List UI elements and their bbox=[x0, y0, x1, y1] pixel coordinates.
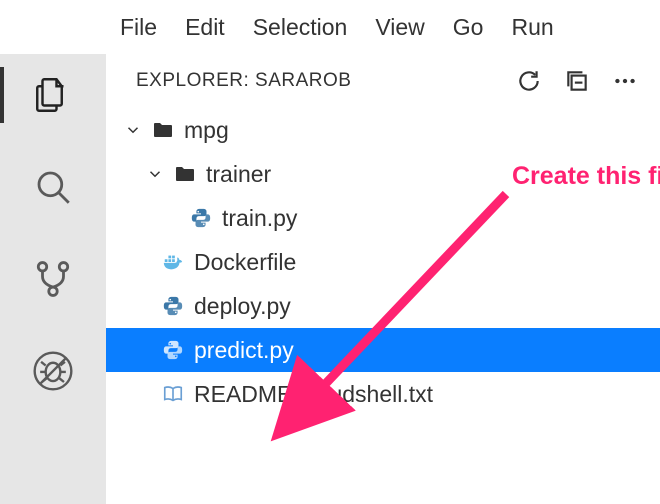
tree-file-predict-py[interactable]: predict.py bbox=[106, 328, 660, 372]
menu-selection[interactable]: Selection bbox=[253, 14, 348, 41]
folder-icon bbox=[172, 161, 198, 187]
python-icon bbox=[160, 293, 186, 319]
menubar: File Edit Selection View Go Run bbox=[0, 0, 660, 54]
tree-file-deploy-py[interactable]: deploy.py bbox=[106, 284, 660, 328]
tree-label: predict.py bbox=[194, 337, 294, 364]
explorer-workspace-name: SARAROB bbox=[255, 70, 351, 91]
branch-icon bbox=[32, 258, 74, 300]
python-icon bbox=[188, 205, 214, 231]
explorer-header: EXPLORER: SARAROB bbox=[106, 54, 660, 108]
tree-label: trainer bbox=[206, 161, 271, 188]
chevron-down-icon bbox=[146, 165, 164, 183]
tree-folder-trainer[interactable]: trainer bbox=[106, 152, 660, 196]
chevron-down-icon bbox=[124, 121, 142, 139]
activity-debug-disabled[interactable] bbox=[28, 346, 78, 396]
tree-label: deploy.py bbox=[194, 293, 291, 320]
docker-icon bbox=[160, 249, 186, 275]
activity-search[interactable] bbox=[28, 162, 78, 212]
collapse-all-icon bbox=[564, 68, 590, 94]
tree-folder-mpg[interactable]: mpg bbox=[106, 108, 660, 152]
book-icon bbox=[160, 381, 186, 407]
no-bug-icon bbox=[31, 349, 75, 393]
ellipsis-icon bbox=[612, 68, 638, 94]
activity-explorer[interactable] bbox=[28, 70, 78, 120]
tree-label: mpg bbox=[184, 117, 229, 144]
activity-source-control[interactable] bbox=[28, 254, 78, 304]
menu-view[interactable]: View bbox=[375, 14, 424, 41]
main-container: EXPLORER: SARAROB bbox=[0, 54, 660, 504]
activity-bar bbox=[0, 54, 106, 504]
menu-go[interactable]: Go bbox=[453, 14, 484, 41]
tree-file-readme[interactable]: README-cloudshell.txt bbox=[106, 372, 660, 416]
tree-file-dockerfile[interactable]: Dockerfile bbox=[106, 240, 660, 284]
explorer-sidebar: EXPLORER: SARAROB bbox=[106, 54, 660, 504]
menu-file[interactable]: File bbox=[120, 14, 157, 41]
tree-label: train.py bbox=[222, 205, 297, 232]
collapse-all-button[interactable] bbox=[564, 68, 590, 94]
menu-run[interactable]: Run bbox=[511, 14, 553, 41]
tree-label: README-cloudshell.txt bbox=[194, 381, 433, 408]
tree-label: Dockerfile bbox=[194, 249, 296, 276]
explorer-title: EXPLORER: SARAROB bbox=[136, 70, 506, 92]
folder-icon bbox=[150, 117, 176, 143]
file-tree: mpg trainer train.py bbox=[106, 108, 660, 416]
python-icon bbox=[160, 337, 186, 363]
more-actions-button[interactable] bbox=[612, 68, 638, 94]
menu-edit[interactable]: Edit bbox=[185, 14, 225, 41]
explorer-title-prefix: EXPLORER: bbox=[136, 70, 255, 91]
explorer-actions bbox=[516, 68, 644, 94]
refresh-icon bbox=[516, 68, 542, 94]
tree-file-train-py[interactable]: train.py bbox=[106, 196, 660, 240]
refresh-button[interactable] bbox=[516, 68, 542, 94]
files-icon bbox=[32, 74, 74, 116]
search-icon bbox=[32, 166, 74, 208]
